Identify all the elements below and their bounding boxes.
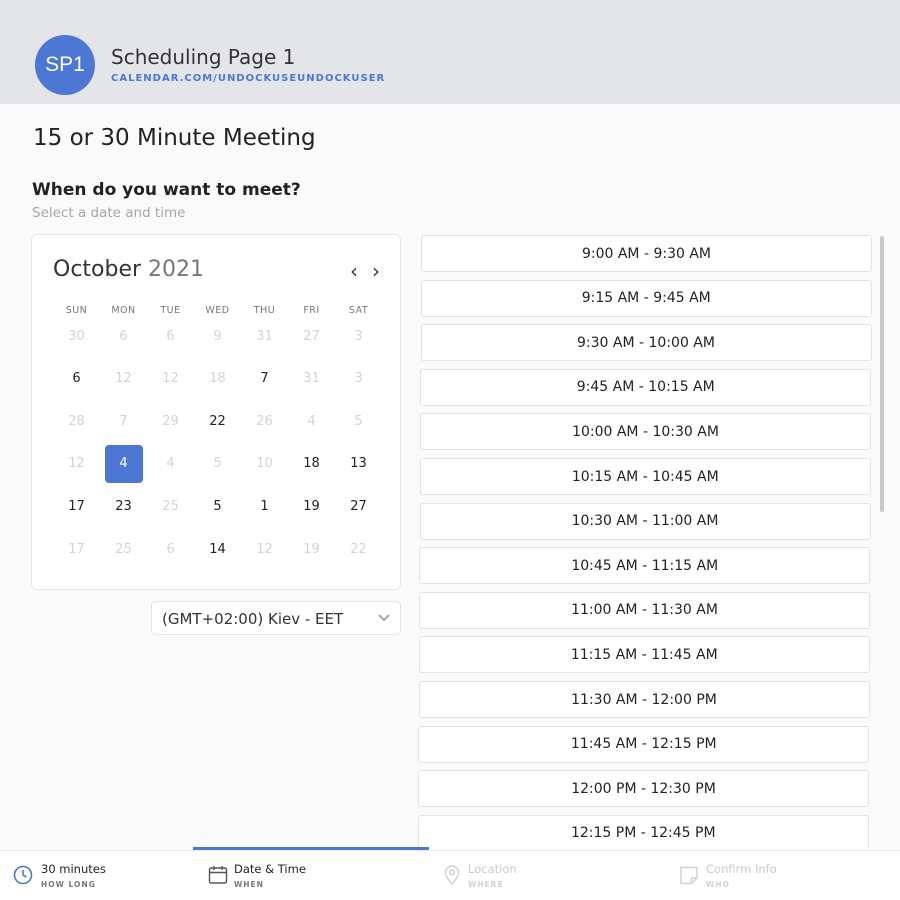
time-slot-scrollbar[interactable] <box>880 236 884 512</box>
calendar-day[interactable]: 7 <box>246 360 284 398</box>
calendar-day: 26 <box>256 413 273 429</box>
calendar-day: 12 <box>68 456 85 472</box>
calendar-day: 27 <box>303 328 320 344</box>
section-hint: Select a date and time <box>32 205 186 221</box>
time-slot-button[interactable]: 10:45 AM - 11:15 AM <box>419 547 871 585</box>
scheduling-page-name: Scheduling Page 1 <box>111 45 296 69</box>
clock-icon <box>13 865 33 885</box>
calendar-day: 22 <box>350 541 367 557</box>
time-slot-button[interactable]: 11:00 AM - 11:30 AM <box>419 591 870 629</box>
calendar-day: 12 <box>115 371 132 387</box>
date-picker: October 2021 ‹ › SUN MON TUE WED THU FRI SAT 3… <box>31 234 401 590</box>
time-slot-button[interactable]: 11:15 AM - 11:45 AM <box>418 636 870 674</box>
calendar-day: 6 <box>166 328 175 344</box>
time-slot-button[interactable]: 9:15 AM - 9:45 AM <box>420 279 872 317</box>
weekday-label: SUN <box>65 305 88 316</box>
calendar-day: 25 <box>162 498 179 514</box>
calendar-day[interactable]: 23 <box>105 487 143 525</box>
step-date-time-title: Date & Time <box>234 862 306 876</box>
calendar-day: 3 <box>354 371 363 387</box>
calendar-day: 6 <box>119 328 128 344</box>
calendar-day[interactable]: 22 <box>199 402 237 440</box>
calendar-day[interactable]: 5 <box>199 487 237 525</box>
time-slot-button[interactable]: 10:30 AM - 11:00 AM <box>419 502 871 540</box>
calendar-day: 31 <box>256 328 273 344</box>
time-slot-button[interactable]: 9:45 AM - 10:15 AM <box>420 368 872 406</box>
weekday-label: THU <box>253 305 276 316</box>
calendar-day: 18 <box>209 371 226 387</box>
calendar-day: 6 <box>166 541 175 557</box>
calendar-day[interactable]: 6 <box>58 360 96 398</box>
time-slot-button[interactable]: 12:15 PM - 12:45 PM <box>418 814 869 848</box>
calendar-day: 31 <box>303 371 320 387</box>
step-location-sub: WHERE <box>468 880 504 889</box>
calendar-day: 25 <box>115 541 132 557</box>
chevron-down-icon <box>378 614 390 621</box>
step-duration-sub: HOW LONG <box>41 880 96 889</box>
scheduling-page-url[interactable]: CALENDAR.COM/UNDOCKUSEUNDOCKUSER <box>111 73 385 84</box>
section-heading: When do you want to meet? <box>32 180 301 200</box>
calendar-day: 5 <box>354 413 363 429</box>
weekday-label: SAT <box>348 305 369 316</box>
calendar-day[interactable]: 27 <box>340 487 378 525</box>
calendar-day[interactable]: 14 <box>199 530 237 568</box>
calendar-day: 10 <box>256 456 273 472</box>
time-slot-button[interactable]: 10:15 AM - 10:45 AM <box>419 458 871 495</box>
calendar-day: 3 <box>354 328 363 344</box>
step-confirm-info-title: Confirm Info <box>706 862 777 876</box>
calendar-day: 7 <box>119 413 128 429</box>
chevron-left-icon[interactable]: ‹ <box>350 259 358 283</box>
calendar-day[interactable]: 17 <box>58 487 96 525</box>
weekday-label: MON <box>111 305 136 316</box>
booking-steps: 30 minutes HOW LONG Date & Time WHEN Loc… <box>0 850 900 900</box>
calendar-day: 12 <box>256 541 273 557</box>
calendar-day: 19 <box>303 541 320 557</box>
calendar-icon <box>208 866 228 884</box>
timezone-select[interactable]: (GMT+02:00) Kiev - EET <box>151 601 401 635</box>
calendar-day: 9 <box>213 328 222 344</box>
selected-day[interactable]: 4 <box>104 444 143 483</box>
calendar-day[interactable]: 18 <box>293 445 331 483</box>
calendar-day: 4 <box>307 413 316 429</box>
weekday-label: FRI <box>303 305 320 316</box>
weekday-label: TUE <box>160 305 181 316</box>
step-date-time-sub: WHEN <box>234 880 264 889</box>
calendar-day: 30 <box>68 328 85 344</box>
calendar-day: 17 <box>68 541 85 557</box>
meeting-title: 15 or 30 Minute Meeting <box>33 125 316 151</box>
year-label: 2021 <box>148 257 205 282</box>
step-duration-title: 30 minutes <box>41 862 106 876</box>
time-slot-list[interactable]: 9:00 AM - 9:30 AM 9:15 AM - 9:45 AM 9:30 A… <box>418 234 876 848</box>
calendar-day[interactable]: 13 <box>340 445 378 483</box>
note-icon <box>680 866 698 885</box>
calendar-day: 12 <box>162 371 179 387</box>
month-year-title: October 2021 <box>53 257 204 282</box>
calendar-day[interactable]: 19 <box>293 487 331 525</box>
weekday-label: WED <box>205 305 230 316</box>
location-pin-icon <box>444 865 460 885</box>
time-slot-button[interactable]: 12:00 PM - 12:30 PM <box>418 770 869 808</box>
time-slot-button[interactable]: 9:30 AM - 10:00 AM <box>420 324 872 362</box>
timezone-value: (GMT+02:00) Kiev - EET <box>162 610 344 628</box>
calendar-day: 4 <box>166 456 175 472</box>
calendar-day: 29 <box>162 413 179 429</box>
time-slot-button[interactable]: 11:30 AM - 12:00 PM <box>418 681 870 718</box>
time-slot-button[interactable]: 11:45 AM - 12:15 PM <box>418 725 870 763</box>
month-label: October <box>53 257 142 282</box>
step-location-title: Location <box>468 862 517 876</box>
calendar-day: 5 <box>213 456 222 472</box>
calendar-day: 28 <box>68 413 85 429</box>
step-confirm-info-sub: WHO <box>706 880 730 889</box>
avatar: SP1 <box>35 35 95 95</box>
page-header: SP1 Scheduling Page 1 CALENDAR.COM/UNDOC… <box>0 0 900 104</box>
time-slot-button[interactable]: 9:00 AM - 9:30 AM <box>421 235 872 272</box>
chevron-right-icon[interactable]: › <box>372 259 380 283</box>
calendar-day[interactable]: 1 <box>246 487 284 525</box>
time-slot-button[interactable]: 10:00 AM - 10:30 AM <box>420 413 871 451</box>
